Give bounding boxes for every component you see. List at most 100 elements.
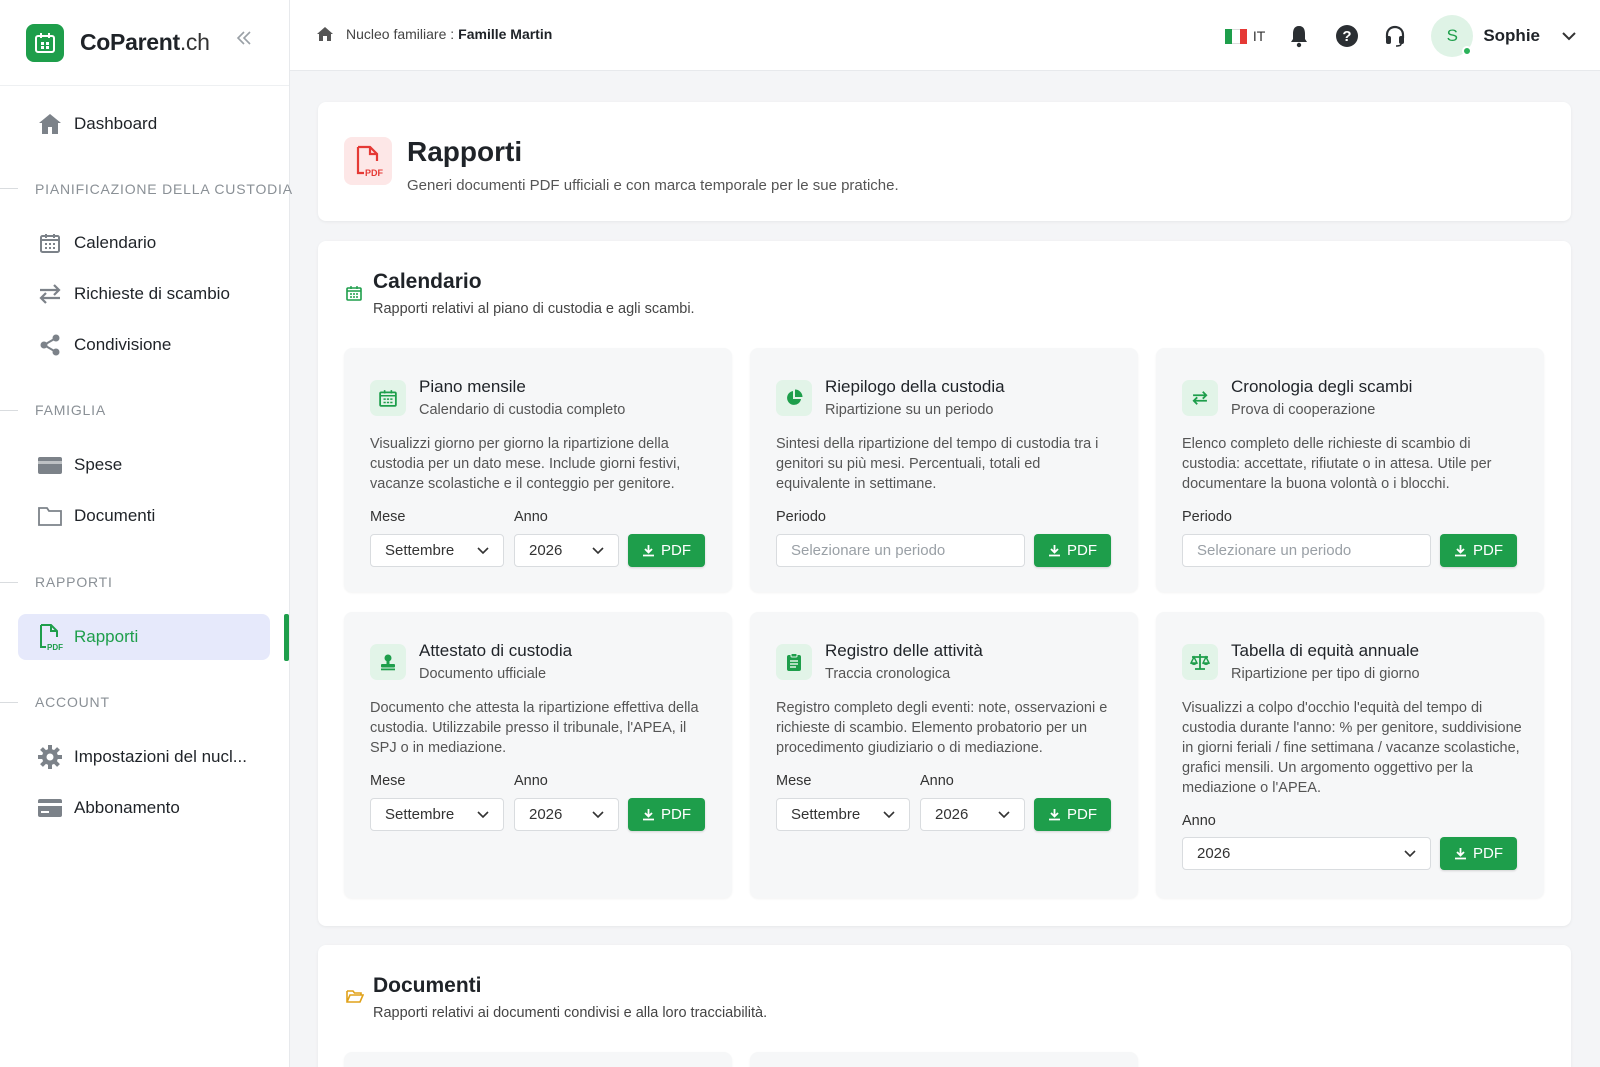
bell-icon[interactable] [1287, 24, 1311, 48]
month-select[interactable]: Settembre [370, 798, 504, 831]
calendar-icon [36, 229, 64, 257]
headset-icon[interactable] [1383, 24, 1407, 48]
swap-arrows-icon [36, 280, 64, 308]
chevron-down-icon[interactable] [1562, 31, 1576, 41]
card-description: Registro completo degli eventi: note, os… [776, 700, 1108, 756]
card-subtitle: Calendario di custodia completo [419, 402, 626, 418]
chevron-down-icon [592, 810, 604, 819]
card-title: Cronologia degli scambi [1231, 377, 1413, 396]
clipboard-list-icon [776, 644, 812, 680]
sidebar-item-label: Impostazioni del nucl... [74, 747, 247, 766]
language-code: IT [1252, 28, 1266, 44]
report-card [344, 1052, 732, 1067]
page-subtitle: Generi documenti PDF ufficiali e con mar… [407, 177, 899, 194]
folder-open-icon [346, 988, 364, 1004]
card-subtitle: Prova di cooperazione [1231, 402, 1376, 418]
button-label: PDF [661, 542, 691, 559]
sidebar-item-calendar[interactable]: Calendario [18, 220, 270, 266]
report-card-custody-summary: Riepilogo della custodia Ripartizione su… [750, 348, 1138, 592]
period-input[interactable] [1182, 534, 1431, 567]
avatar[interactable]: S [1431, 15, 1474, 57]
report-card-activity-log: Registro delle attività Traccia cronolog… [750, 612, 1138, 898]
card-description: Documento che attesta la ripartizione ef… [370, 700, 699, 756]
report-card [750, 1052, 1138, 1067]
home-icon [36, 110, 64, 138]
section-subtitle: Rapporti relativi al piano di custodia e… [373, 301, 695, 317]
sidebar-item-settings[interactable]: Impostazioni del nucl... [18, 734, 270, 780]
breadcrumb: Nucleo familiare : Famille Martin [316, 25, 552, 43]
section-label-family: FAMIGLIA [35, 402, 106, 418]
breadcrumb-label: Nucleo familiare : [346, 26, 455, 42]
download-icon [642, 808, 661, 821]
chevron-down-icon [477, 546, 489, 555]
month-label: Mese [370, 773, 406, 789]
gear-icon [36, 743, 64, 771]
card-description: Sintesi della ripartizione del tempo di … [776, 436, 1099, 492]
button-label: PDF [1067, 806, 1097, 823]
sidebar-item-subscription[interactable]: Abbonamento [18, 785, 270, 831]
report-card-annual-equity: Tabella di equità annuale Ripartizione p… [1156, 612, 1544, 898]
topbar: Nucleo familiare : Famille Martin IT ? S… [290, 0, 1600, 71]
download-icon [1454, 544, 1473, 557]
sidebar-item-reports[interactable]: PDF Rapporti [18, 614, 270, 660]
download-icon [1048, 808, 1067, 821]
breadcrumb-family[interactable]: Famille Martin [458, 26, 552, 42]
year-select[interactable]: 2026 [514, 798, 619, 831]
active-indicator [284, 614, 289, 661]
year-select[interactable]: 2026 [1182, 837, 1431, 870]
balance-scale-icon [1182, 644, 1218, 680]
card-title: Attestato di custodia [419, 641, 573, 660]
button-label: PDF [661, 806, 691, 823]
collapse-sidebar-icon[interactable] [236, 30, 252, 46]
month-select[interactable]: Settembre [776, 798, 910, 831]
period-label: Periodo [776, 509, 826, 525]
card-description: Visualizzi giorno per giorno la ripartiz… [370, 436, 681, 492]
year-select[interactable]: 2026 [920, 798, 1025, 831]
card-title: Piano mensile [419, 377, 526, 396]
section-label-reports: RAPPORTI [35, 574, 113, 590]
period-input[interactable] [776, 534, 1025, 567]
sidebar-item-sharing[interactable]: Condivisione [18, 322, 270, 368]
report-card-monthly-plan: Piano mensile Calendario di custodia com… [344, 348, 732, 592]
documents-reports-section: Documenti Rapporti relativi ai documenti… [318, 945, 1571, 1067]
swap-arrows-icon [1182, 380, 1218, 416]
section-title: Calendario [373, 270, 482, 293]
card-title: Riepilogo della custodia [825, 377, 1005, 396]
section-label-account: ACCOUNT [35, 694, 110, 710]
svg-text:PDF: PDF [47, 643, 63, 651]
wallet-icon [36, 451, 64, 479]
help-icon[interactable]: ? [1335, 24, 1359, 48]
calendar-logo-icon [26, 23, 64, 62]
sidebar-item-dashboard[interactable]: Dashboard [18, 101, 270, 147]
sidebar-item-documents[interactable]: Documenti [18, 493, 270, 539]
period-label: Periodo [1182, 509, 1232, 525]
download-pdf-button[interactable]: PDF [1034, 534, 1111, 567]
download-pdf-button[interactable]: PDF [1440, 837, 1517, 870]
user-name[interactable]: Sophie [1483, 26, 1540, 46]
card-subtitle: Documento ufficiale [419, 666, 547, 682]
download-icon [642, 544, 661, 557]
share-icon [36, 331, 64, 359]
year-select[interactable]: 2026 [514, 534, 619, 567]
card-title: Tabella di equità annuale [1231, 641, 1420, 660]
sidebar-item-label: Documenti [74, 506, 156, 525]
download-pdf-button[interactable]: PDF [628, 798, 705, 831]
download-pdf-button[interactable]: PDF [628, 534, 705, 567]
language-switcher[interactable]: IT [1224, 28, 1266, 44]
card-title: Registro delle attività [825, 641, 983, 660]
download-pdf-button[interactable]: PDF [1440, 534, 1517, 567]
download-pdf-button[interactable]: PDF [1034, 798, 1111, 831]
sidebar-item-swap-requests[interactable]: Richieste di scambio [18, 271, 270, 317]
stamp-icon [370, 644, 406, 680]
section-label-planning: PIANIFICAZIONE DELLA CUSTODIA [35, 181, 293, 197]
page-header-card: PDF Rapporti Generi documenti PDF uffici… [318, 102, 1571, 221]
month-select[interactable]: Settembre [370, 534, 504, 567]
card-subtitle: Ripartizione per tipo di giorno [1231, 666, 1420, 682]
calendar-icon [346, 285, 362, 301]
sidebar-item-expenses[interactable]: Spese [18, 442, 270, 488]
month-label: Mese [370, 509, 406, 525]
home-icon[interactable] [316, 25, 334, 43]
card-subtitle: Traccia cronologica [825, 666, 951, 682]
download-icon [1454, 847, 1473, 860]
pie-chart-icon [776, 380, 812, 416]
